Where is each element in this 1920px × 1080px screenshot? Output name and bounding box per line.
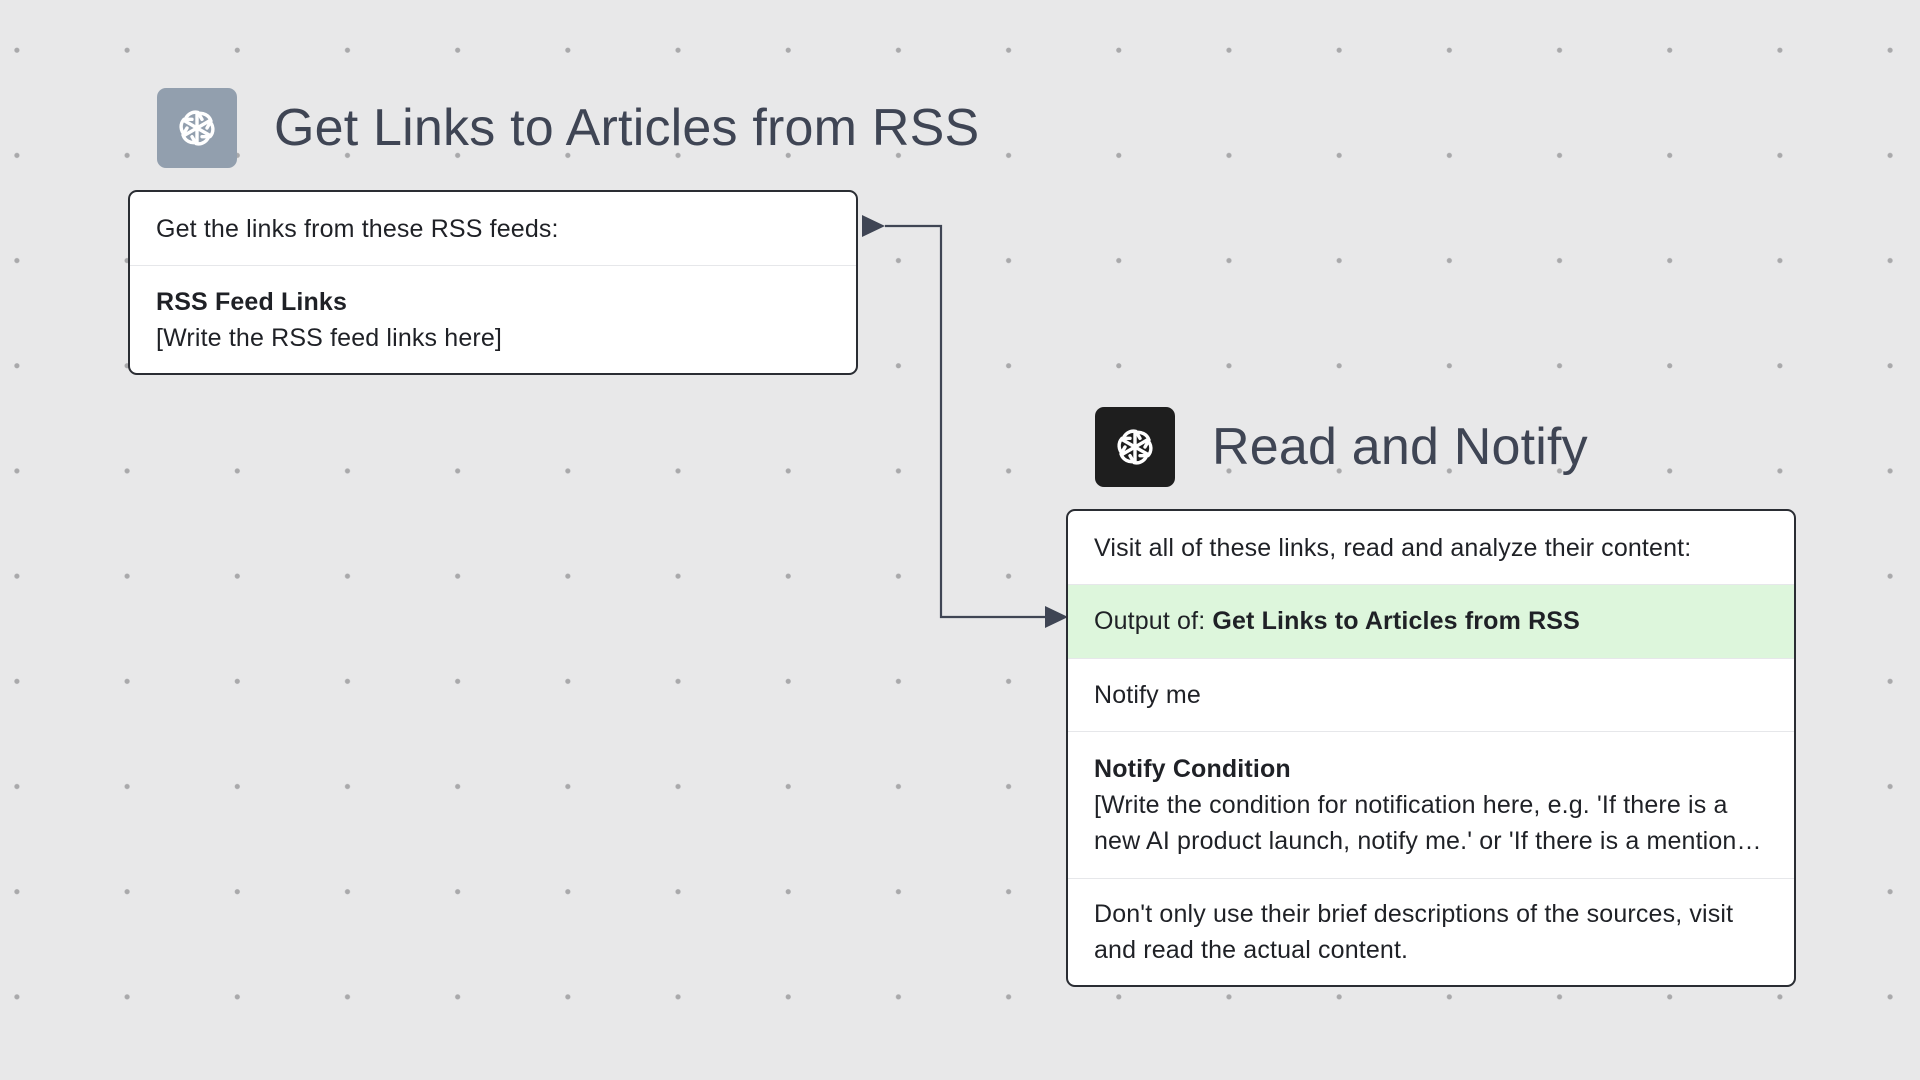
node-2-header[interactable]: Read and Notify (1095, 407, 1588, 487)
field-value: [Write the RSS feed links here] (156, 323, 503, 352)
node-1-prompt-text: Get the links from these RSS feeds: (156, 214, 559, 243)
notify-condition-field[interactable]: Notify Condition [Write the condition fo… (1068, 732, 1794, 879)
node-1-header[interactable]: Get Links to Articles from RSS (157, 88, 979, 168)
rss-feed-links-field[interactable]: RSS Feed Links [Write the RSS feed links… (130, 266, 856, 373)
notify-me-row[interactable]: Notify me (1068, 659, 1794, 732)
condition-line-1: [Write the condition for notification he… (1094, 791, 1728, 819)
field-label: RSS Feed Links (156, 287, 348, 316)
node-2-title: Read and Notify (1212, 418, 1588, 476)
openai-icon (157, 88, 237, 168)
node-1-card[interactable]: Get the links from these RSS feeds: RSS … (128, 190, 858, 375)
condition-line-2: new AI product launch, notify me.' or 'I… (1094, 827, 1768, 855)
connector-start-arrow (862, 215, 885, 237)
node-1-prompt-row[interactable]: Get the links from these RSS feeds: (130, 192, 856, 266)
node-2-note-row[interactable]: Don't only use their brief descriptions … (1068, 879, 1794, 985)
node-2-prompt-text: Visit all of these links, read and analy… (1094, 533, 1692, 562)
openai-icon (1095, 407, 1175, 487)
output-reference-row[interactable]: Output of: Get Links to Articles from RS… (1068, 585, 1794, 659)
output-prefix: Output of: (1094, 607, 1213, 635)
notify-me-text: Notify me (1094, 681, 1201, 709)
connector-end-arrow (1045, 606, 1068, 628)
node-1-title: Get Links to Articles from RSS (274, 99, 980, 157)
node-2-prompt-row[interactable]: Visit all of these links, read and analy… (1068, 511, 1794, 585)
output-source-name: Get Links to Articles from RSS (1212, 607, 1580, 635)
node-2-card[interactable]: Visit all of these links, read and analy… (1066, 509, 1796, 987)
field-label: Notify Condition (1094, 755, 1291, 783)
note-text: Don't only use their brief descriptions … (1094, 900, 1734, 964)
